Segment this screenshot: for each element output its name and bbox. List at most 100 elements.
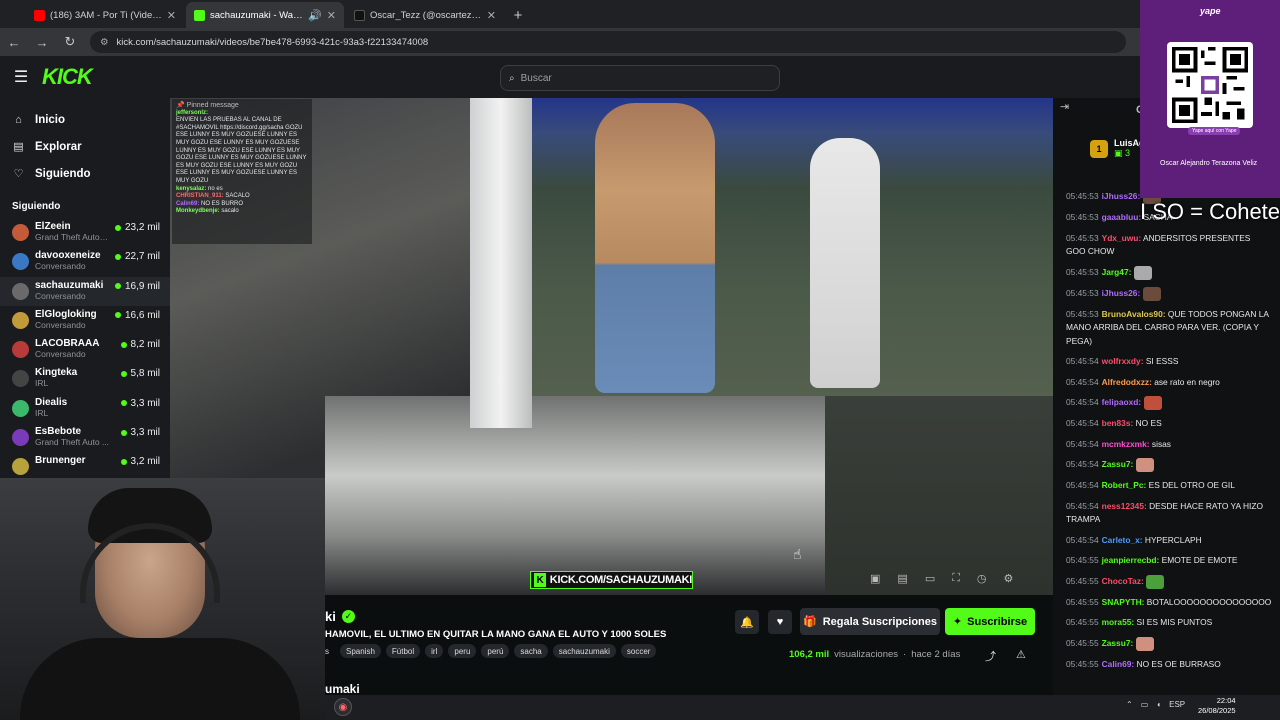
avatar — [12, 429, 29, 447]
url-field[interactable]: ⚙ kick.com/sachauzumaki/videos/be7be478-… — [90, 31, 1126, 53]
tag-chip[interactable]: sacha — [514, 644, 548, 658]
message-username[interactable]: Ydx_uwu: — [1102, 233, 1142, 243]
message-text: HYPERCLAPH — [1144, 534, 1202, 545]
theater-icon[interactable]: ▭ — [925, 572, 935, 585]
following-channel[interactable]: davooxeneize Conversando 22,7 mil — [0, 247, 170, 276]
chat-message: 05:45:53 Jarg47: — [1066, 265, 1272, 280]
avatar — [12, 282, 29, 300]
close-tab-icon[interactable]: ✕ — [487, 9, 496, 22]
system-tray: ⌃ ▭ ◖ ESP — [1126, 700, 1185, 709]
overlay-chat-line: Calin69: NO ES BURRO — [176, 200, 244, 207]
message-username[interactable]: gaaabluu: — [1102, 212, 1142, 222]
back-icon[interactable]: ← — [6, 35, 22, 50]
report-icon[interactable]: ⚠ — [1016, 648, 1026, 661]
emote-icon — [1143, 396, 1162, 410]
site-info-icon[interactable]: ⚙ — [100, 37, 109, 48]
clip-icon[interactable]: ▤ — [897, 572, 907, 585]
message-username[interactable]: jeanpierrecbd: — [1102, 555, 1160, 565]
message-username[interactable]: wolfrxxdy: — [1102, 356, 1144, 366]
pip-icon[interactable]: ▣ — [870, 572, 880, 585]
channel-name: ElZeein — [35, 221, 71, 232]
message-username[interactable]: Robert_Pc: — [1102, 480, 1147, 490]
close-tab-icon[interactable]: ✕ — [167, 9, 176, 22]
chat-message: 05:45:54 ben83s: NO ES — [1066, 417, 1272, 431]
chrome-app-icon[interactable]: ◉ — [334, 698, 352, 716]
live-dot-icon — [120, 400, 127, 407]
message-username[interactable]: Zassu7: — [1102, 459, 1134, 469]
network-icon[interactable]: ▭ — [1141, 700, 1149, 709]
message-username[interactable]: iJhuss26: — [1102, 191, 1141, 201]
streamer-name-text: ki — [325, 609, 336, 624]
nav-siguiendo[interactable]: ♡ Siguiendo — [0, 160, 170, 187]
following-channel[interactable]: sachauzumaki Conversando 16,9 mil — [0, 276, 170, 306]
fullscreen-icon[interactable]: ⛶ — [952, 572, 960, 585]
tag-chip[interactable]: Spanish — [340, 644, 381, 658]
following-channel[interactable]: Diealis IRL 3,3 mil — [0, 394, 170, 423]
share-icon[interactable]: ⤴ — [985, 648, 996, 664]
reload-icon[interactable]: ↻ — [62, 34, 78, 50]
clock-date: 26/08/2025 — [1198, 706, 1236, 715]
kick-logo[interactable]: KICK — [42, 64, 112, 90]
subscribe-button[interactable]: ✦ Suscribirse — [945, 608, 1035, 635]
chevron-up-icon[interactable]: ⌃ — [1126, 700, 1133, 709]
channel-name: Brunenger — [35, 455, 86, 467]
following-channel[interactable]: LACOBRAAA Conversando 8,2 mil — [0, 335, 170, 364]
overlay-side-text: I SO = Cohete — [1140, 199, 1280, 224]
system-clock[interactable]: 22:04 26/08/2025 — [1198, 696, 1236, 716]
message-username[interactable]: iJhuss26: — [1102, 288, 1141, 298]
tag-chip[interactable]: peru — [448, 644, 477, 658]
message-username[interactable]: ben83s: — [1102, 418, 1134, 428]
close-tab-icon[interactable]: ✕ — [327, 9, 336, 22]
tag-chip[interactable]: Fútbol — [385, 644, 421, 658]
message-username[interactable]: BrunoAvalos90: — [1102, 309, 1166, 319]
new-tab-icon[interactable]: + — [506, 2, 530, 28]
notification-bell-icon[interactable]: 🔔 — [735, 610, 759, 634]
tag-chip[interactable]: perú — [481, 644, 510, 658]
gift-subs-button[interactable]: 🎁 Regala Suscripciones — [800, 608, 940, 635]
forward-icon[interactable]: → — [34, 35, 50, 50]
viewer-count: 23,2 mil — [114, 222, 160, 233]
message-username[interactable]: mcmkzxmk: — [1102, 439, 1150, 449]
tag-chip[interactable]: soccer — [620, 644, 657, 658]
url-text: kick.com/sachauzumaki/videos/be7be478-69… — [116, 36, 429, 48]
message-username[interactable]: ness12345: — [1102, 501, 1147, 511]
message-text: EMOTE DE EMOTE — [1161, 555, 1238, 565]
live-dot-icon — [114, 253, 121, 260]
message-username[interactable]: Carleto_x: — [1102, 535, 1143, 545]
language-indicator[interactable]: ESP — [1169, 700, 1185, 709]
message-username[interactable]: Alfredodxzz: — [1102, 377, 1152, 387]
following-channel[interactable]: Kingteka IRL 5,8 mil — [0, 364, 170, 393]
tag-chip[interactable]: sachauzumaki — [552, 644, 616, 658]
following-channel[interactable]: ElZeein Grand Theft Auto ... 23,2 mil — [0, 218, 170, 247]
speed-icon[interactable]: ◷ — [977, 572, 987, 585]
message-username[interactable]: mora55: — [1102, 617, 1135, 627]
browser-tab[interactable]: Oscar_Tezz (@oscartezz_) | TikTok ✕ — [346, 2, 504, 28]
collapse-chat-icon[interactable]: ⇥ — [1060, 100, 1069, 113]
tag-chip[interactable]: s — [325, 644, 335, 658]
channel-category: IRL — [35, 407, 49, 418]
speaker-icon[interactable]: 🔊 — [308, 9, 322, 22]
live-dot-icon — [120, 341, 127, 348]
message-username[interactable]: Zassu7: — [1102, 638, 1134, 648]
browser-tab[interactable]: (186) 3AM - Por Ti (Video Oficial) ✕ — [26, 2, 184, 28]
message-username[interactable]: ChocoTaz: — [1102, 576, 1144, 586]
chat-message: 05:45:53 Ydx_uwu: ANDERSITOS PRESENTES GO… — [1066, 232, 1272, 259]
nav-inicio[interactable]: ⌂ Inicio — [0, 106, 170, 133]
volume-icon[interactable]: ◖ — [1156, 700, 1161, 709]
follow-heart-icon[interactable]: ♥ — [768, 610, 792, 634]
subscribe-label: Suscribirse — [967, 615, 1028, 628]
menu-icon[interactable]: ☰ — [0, 67, 42, 87]
message-username[interactable]: Calin69: — [1102, 659, 1135, 669]
avatar — [12, 399, 29, 417]
message-username[interactable]: felipaoxd: — [1102, 397, 1142, 407]
streamer-name[interactable]: ki ✓ — [325, 609, 355, 624]
following-channel[interactable]: EsBebote Grand Theft Auto ... 3,3 mil — [0, 423, 170, 452]
settings-icon[interactable]: ⚙ — [1004, 572, 1014, 585]
tag-chip[interactable]: irl — [425, 644, 444, 658]
nav-explorar[interactable]: ▤ Explorar — [0, 133, 170, 160]
search-input[interactable]: ⌕ Buscar — [500, 65, 780, 91]
message-username[interactable]: Jarg47: — [1102, 267, 1132, 277]
following-channel[interactable]: ElGlogloking Conversando 16,6 mil — [0, 306, 170, 335]
browser-tab-active[interactable]: sachauzumaki - Watch the 🔊 ✕ — [186, 2, 344, 28]
message-username[interactable]: SNAPYTH: — [1102, 597, 1145, 607]
